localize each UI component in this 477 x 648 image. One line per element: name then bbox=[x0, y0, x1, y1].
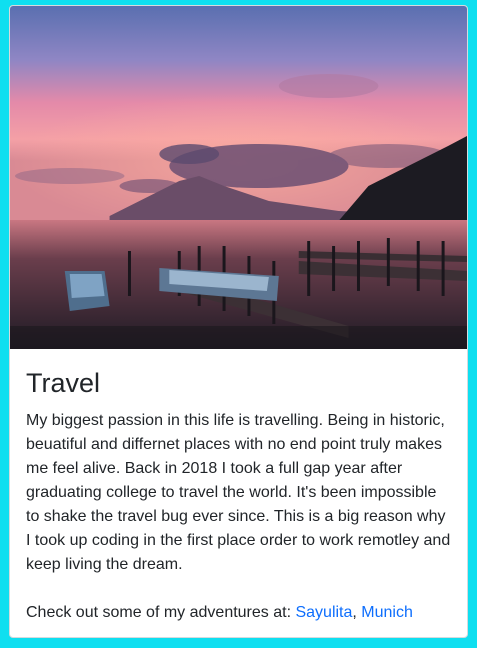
sunset-lake-image bbox=[10, 6, 467, 349]
card-paragraph: My biggest passion in this life is trave… bbox=[26, 411, 451, 573]
travel-card: Travel My biggest passion in this life i… bbox=[9, 5, 468, 638]
card-title: Travel bbox=[26, 368, 101, 398]
travel-photo bbox=[10, 6, 467, 349]
adventure-links: Check out some of my adventures at: Sayu… bbox=[26, 601, 451, 625]
card-body: Travel My biggest passion in this life i… bbox=[10, 349, 467, 625]
link-munich[interactable]: Munich bbox=[361, 604, 413, 621]
link-sayulita[interactable]: Sayulita bbox=[295, 604, 352, 621]
link-separator: , bbox=[352, 603, 362, 621]
links-prefix: Check out some of my adventures at: bbox=[26, 603, 296, 621]
